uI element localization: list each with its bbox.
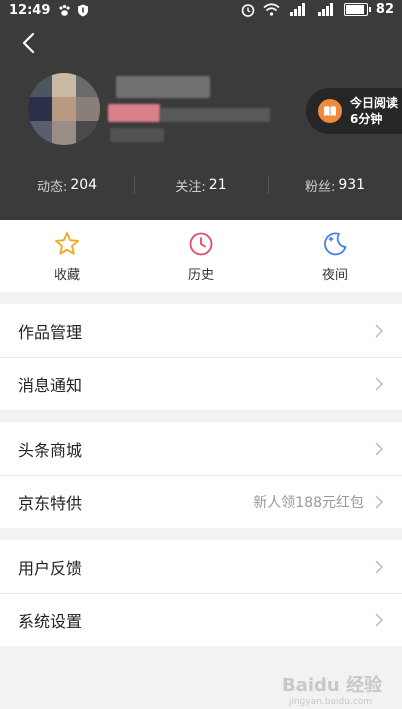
chevron-right-icon	[375, 377, 384, 391]
profile-stats: 动态: 204 关注: 21 粉丝: 931	[0, 170, 402, 200]
quick-actions: 收藏 历史 夜间	[0, 220, 402, 292]
menu-item-label: 用户反馈	[18, 558, 83, 578]
status-time: 12:49	[9, 2, 51, 18]
menu-item-label: 头条商城	[18, 440, 83, 460]
history-label: 历史	[187, 267, 214, 283]
chevron-right-icon	[375, 495, 384, 509]
chevron-right-icon	[375, 323, 384, 338]
wifi-icon	[263, 3, 280, 16]
menu-item-works[interactable]: 作品管理	[0, 304, 402, 357]
promo-text: 新人领188元红包	[253, 495, 364, 511]
user-bio-blurred	[160, 108, 270, 122]
menu-group-content: 作品管理 消息通知	[0, 304, 402, 410]
stat-following[interactable]: 关注: 21	[134, 170, 268, 200]
status-bar: 12:49 82	[0, 0, 402, 20]
stat-value: 21	[208, 177, 227, 193]
shield-icon	[78, 4, 89, 16]
favorites-button[interactable]: 收藏	[0, 220, 134, 292]
stat-posts[interactable]: 动态: 204	[0, 170, 134, 200]
paw-icon	[59, 4, 70, 16]
avatar[interactable]	[28, 73, 100, 145]
clock-icon	[189, 232, 213, 255]
user-extra-blurred	[110, 128, 164, 142]
battery-level: 82	[375, 2, 394, 17]
profile-header: 12:49 82 今日阅读 6分钟 动态: 204 关注: 21 粉丝: 931	[0, 0, 402, 220]
menu-item-jd-special[interactable]: 京东特供 新人领188元红包	[0, 475, 402, 528]
watermark: Baidu 经验	[281, 675, 382, 696]
chevron-right-icon	[375, 559, 384, 574]
menu-item-mall[interactable]: 头条商城	[0, 422, 402, 475]
back-arrow-icon[interactable]	[16, 30, 42, 56]
watermark-url: jingyan.baidu.com	[288, 697, 372, 707]
favorites-label: 收藏	[53, 267, 80, 283]
menu-item-label: 作品管理	[18, 322, 83, 342]
menu-item-label: 消息通知	[18, 376, 83, 395]
user-tag-blurred	[108, 104, 160, 122]
star-icon	[55, 231, 79, 255]
menu-item-notifications[interactable]: 消息通知	[0, 357, 402, 410]
stat-label: 动态:	[36, 179, 68, 195]
night-mode-button[interactable]: 夜间	[268, 220, 402, 292]
stat-value: 931	[338, 177, 366, 193]
menu-item-feedback[interactable]: 用户反馈	[0, 540, 402, 593]
reading-time-badge[interactable]: 今日阅读 6分钟	[306, 88, 402, 134]
signal-4g-icon	[289, 3, 305, 16]
menu-item-settings[interactable]: 系统设置	[0, 593, 402, 646]
alarm-icon	[241, 3, 255, 17]
chevron-right-icon	[375, 613, 384, 627]
moon-icon	[324, 232, 347, 255]
menu-item-label: 系统设置	[18, 612, 83, 631]
book-icon	[318, 99, 342, 123]
signal-icon	[317, 3, 333, 16]
battery-icon	[343, 3, 371, 16]
stat-followers[interactable]: 粉丝: 931	[268, 170, 402, 200]
reading-duration: 6分钟	[350, 112, 383, 126]
reading-label: 今日阅读	[350, 96, 399, 110]
chevron-right-icon	[375, 441, 384, 456]
username-blurred[interactable]	[116, 76, 210, 98]
history-button[interactable]: 历史	[134, 220, 268, 292]
menu-group-settings: 用户反馈 系统设置	[0, 540, 402, 646]
menu-item-label: 京东特供	[18, 494, 83, 513]
night-mode-label: 夜间	[321, 267, 348, 283]
menu-group-shopping: 头条商城 京东特供 新人领188元红包	[0, 422, 402, 528]
stat-label: 关注:	[175, 179, 206, 195]
stat-label: 粉丝:	[304, 179, 336, 195]
stat-value: 204	[70, 177, 98, 193]
